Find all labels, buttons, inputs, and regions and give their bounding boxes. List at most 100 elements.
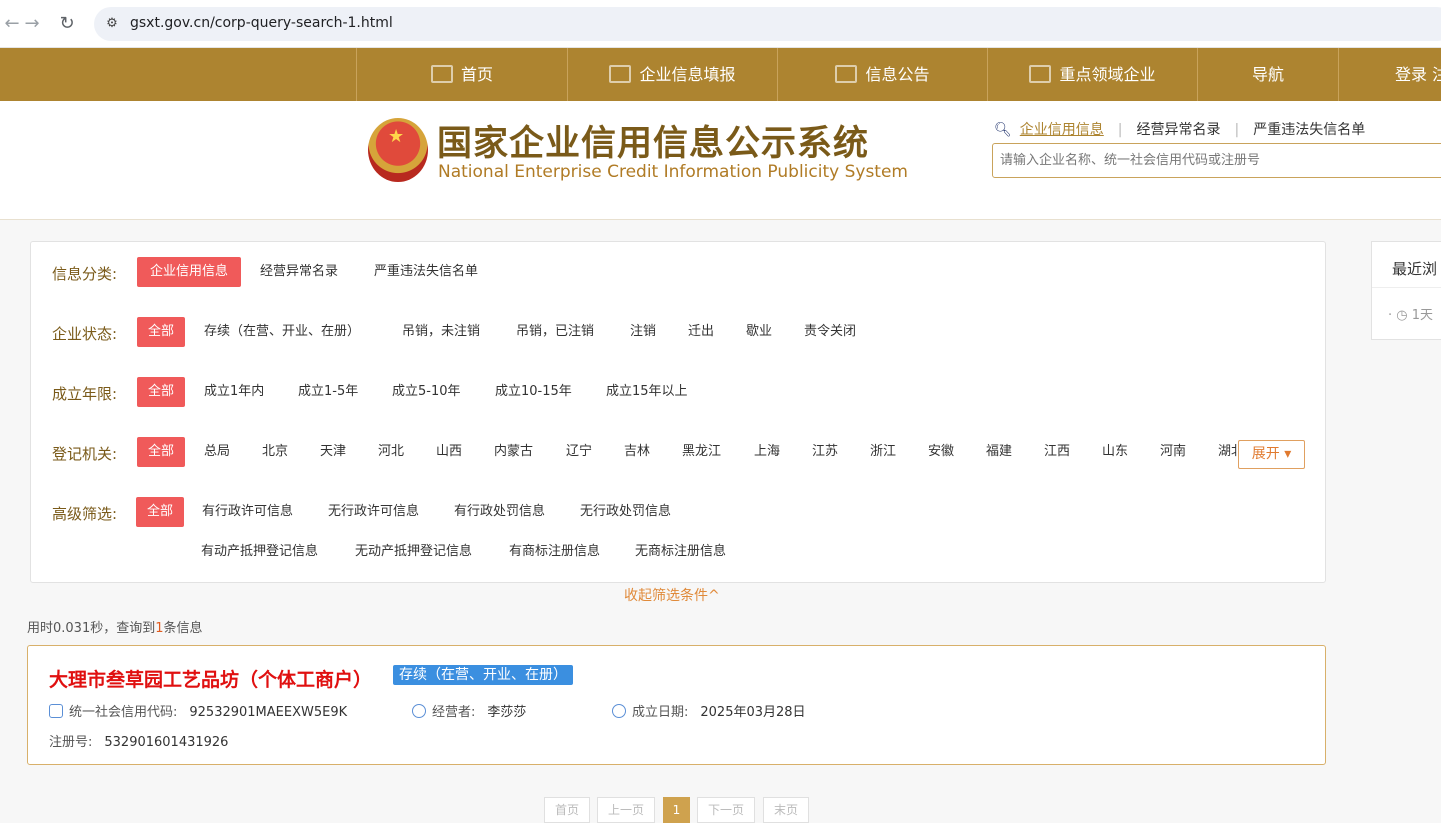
info-icon	[612, 704, 626, 718]
site-info-icon[interactable]: ⚙	[102, 14, 122, 34]
search-input[interactable]: 请输入企业名称、统一社会信用代码或注册号	[992, 143, 1441, 178]
filter-option[interactable]: 全部	[137, 437, 185, 467]
nav-login[interactable]: 登录 注	[1338, 48, 1441, 101]
reload-button[interactable]: ↻	[55, 12, 79, 36]
filter-option[interactable]: 有商标注册信息	[509, 537, 600, 567]
filter-label: 企业状态:	[52, 325, 118, 343]
filter-option[interactable]: 责令关闭	[804, 317, 856, 347]
filter-option[interactable]: 浙江	[870, 437, 896, 467]
result-card[interactable]: 大理市叁草园工艺品坊（个体工商户） 存续（在营、开业、在册） 统一社会信用代码:…	[27, 645, 1326, 765]
nav-key-sector[interactable]: 重点领域企业	[987, 48, 1197, 101]
search-stats: 用时0.031秒，查询到1条信息	[27, 621, 203, 636]
address-bar[interactable]: ⚙ gsxt.gov.cn/corp-query-search-1.html	[94, 7, 1441, 41]
filter-option[interactable]: 安徽	[928, 437, 954, 467]
filter-row-authority: 登记机关: 全部 总局 北京 天津 河北 山西 内蒙古 辽宁 吉林 黑龙江 上海…	[31, 437, 1327, 467]
filter-option[interactable]: 黑龙江	[682, 437, 721, 467]
pager-last[interactable]: 末页	[763, 797, 809, 823]
filter-option[interactable]: 无行政处罚信息	[580, 497, 671, 527]
filter-option[interactable]: 河南	[1160, 437, 1186, 467]
filter-option[interactable]: 山东	[1102, 437, 1128, 467]
filter-option[interactable]: 有动产抵押登记信息	[201, 537, 318, 567]
filter-option[interactable]: 成立1-5年	[298, 377, 358, 407]
nav-enterprise-report[interactable]: 企业信息填报	[567, 48, 777, 101]
filter-option[interactable]: 成立15年以上	[606, 377, 688, 407]
filter-option[interactable]: 有行政处罚信息	[454, 497, 545, 527]
filter-option[interactable]: 福建	[986, 437, 1012, 467]
filter-option[interactable]: 总局	[204, 437, 230, 467]
filter-label: 高级筛选:	[52, 505, 118, 523]
nav-guide[interactable]: 导航	[1197, 48, 1338, 101]
pager-prev[interactable]: 上一页	[597, 797, 655, 823]
filter-option[interactable]: 企业信用信息	[137, 257, 241, 287]
pager-next[interactable]: 下一页	[697, 797, 755, 823]
document-icon	[835, 65, 858, 83]
collapse-filters-link[interactable]: 收起筛选条件^	[624, 585, 720, 605]
site-header: ★ 国家企业信用信息公示系统 National Enterprise Credi…	[0, 101, 1441, 220]
filter-option[interactable]: 吉林	[624, 437, 650, 467]
filter-option[interactable]: 江西	[1044, 437, 1070, 467]
filter-option[interactable]: 全部	[137, 317, 185, 347]
company-name[interactable]: 大理市叁草园工艺品坊（个体工商户）	[49, 665, 372, 692]
caret-down-icon: ▾	[1284, 446, 1292, 462]
filter-row-advanced: 高级筛选: 全部 有行政许可信息 无行政许可信息 有行政处罚信息 无行政处罚信息	[31, 497, 1327, 527]
site-title: 国家企业信用信息公示系统	[437, 124, 870, 164]
filter-label: 成立年限:	[52, 385, 118, 403]
credit-code: 统一社会信用代码: 92532901MAEEXW5E9K	[49, 701, 347, 720]
filter-option[interactable]: 无行政许可信息	[328, 497, 419, 527]
filter-label: 登记机关:	[52, 445, 118, 463]
book-icon	[49, 704, 63, 718]
status-badge: 存续（在营、开业、在册）	[393, 665, 573, 685]
clock-icon: ◷	[1396, 308, 1408, 323]
search-tab-abnormal[interactable]: 经营异常名录	[1137, 119, 1221, 139]
filter-option[interactable]: 无商标注册信息	[635, 537, 726, 567]
search-tab-dishonest[interactable]: 严重违法失信名单	[1253, 119, 1365, 139]
expand-button[interactable]: 展开 ▾	[1238, 440, 1305, 469]
search-tab-credit[interactable]: 企业信用信息	[1020, 119, 1104, 139]
filter-option[interactable]: 注销	[630, 317, 656, 347]
filter-row-category: 信息分类: 企业信用信息 经营异常名录 严重违法失信名单	[31, 257, 1327, 287]
recent-item[interactable]: · ◷ 1天	[1388, 304, 1433, 323]
pager-first[interactable]: 首页	[544, 797, 590, 823]
filter-row-years: 成立年限: 全部 成立1年内 成立1-5年 成立5-10年 成立10-15年 成…	[31, 377, 1327, 407]
site-subtitle: National Enterprise Credit Information P…	[438, 162, 908, 182]
filter-option[interactable]: 河北	[378, 437, 404, 467]
operator: 经营者: 李莎莎	[412, 701, 526, 720]
filter-option[interactable]: 歇业	[746, 317, 772, 347]
filter-panel: 信息分类: 企业信用信息 经营异常名录 严重违法失信名单 企业状态: 全部 存续…	[30, 241, 1326, 583]
filter-option[interactable]: 迁出	[688, 317, 714, 347]
filter-option[interactable]: 山西	[436, 437, 462, 467]
pen-icon	[609, 65, 632, 83]
filter-option[interactable]: 成立5-10年	[392, 377, 461, 407]
pager-current[interactable]: 1	[663, 797, 690, 823]
speaker-icon	[1029, 65, 1052, 83]
filter-option[interactable]: 辽宁	[566, 437, 592, 467]
establish-date: 成立日期: 2025年03月28日	[612, 701, 806, 720]
filter-option[interactable]: 经营异常名录	[260, 257, 338, 287]
forward-button[interactable]: →	[20, 12, 44, 36]
monitor-icon	[430, 65, 453, 83]
filter-option[interactable]: 全部	[136, 497, 184, 527]
filter-option[interactable]: 全部	[137, 377, 185, 407]
filter-row-advanced-2: 有动产抵押登记信息 无动产抵押登记信息 有商标注册信息 无商标注册信息	[31, 537, 1327, 567]
filter-option[interactable]: 成立10-15年	[495, 377, 572, 407]
national-emblem-logo: ★	[368, 118, 428, 182]
filter-option[interactable]: 江苏	[812, 437, 838, 467]
filter-option[interactable]: 成立1年内	[204, 377, 264, 407]
filter-option[interactable]: 天津	[320, 437, 346, 467]
nav-home[interactable]: 首页	[356, 48, 567, 101]
filter-option[interactable]: 北京	[262, 437, 288, 467]
filter-option[interactable]: 吊销，未注销	[402, 317, 480, 347]
nav-announcement[interactable]: 信息公告	[777, 48, 987, 101]
filter-option[interactable]: 无动产抵押登记信息	[355, 537, 472, 567]
filter-option[interactable]: 有行政许可信息	[202, 497, 293, 527]
filter-option[interactable]: 上海	[754, 437, 780, 467]
filter-row-status: 企业状态: 全部 存续（在营、开业、在册） 吊销，未注销 吊销，已注销 注销 迁…	[31, 317, 1327, 347]
browser-toolbar: ← → ↻ ⚙ gsxt.gov.cn/corp-query-search-1.…	[0, 0, 1441, 48]
url-text[interactable]: gsxt.gov.cn/corp-query-search-1.html	[130, 15, 393, 31]
filter-option[interactable]: 严重违法失信名单	[374, 257, 478, 287]
registration-number: 注册号: 532901601431926	[49, 735, 229, 750]
filter-option[interactable]: 吊销，已注销	[516, 317, 594, 347]
filter-option[interactable]: 存续（在营、开业、在册）	[204, 317, 360, 347]
filter-option[interactable]: 内蒙古	[494, 437, 533, 467]
recent-browse-panel: 最近浏 · ◷ 1天	[1371, 241, 1441, 340]
